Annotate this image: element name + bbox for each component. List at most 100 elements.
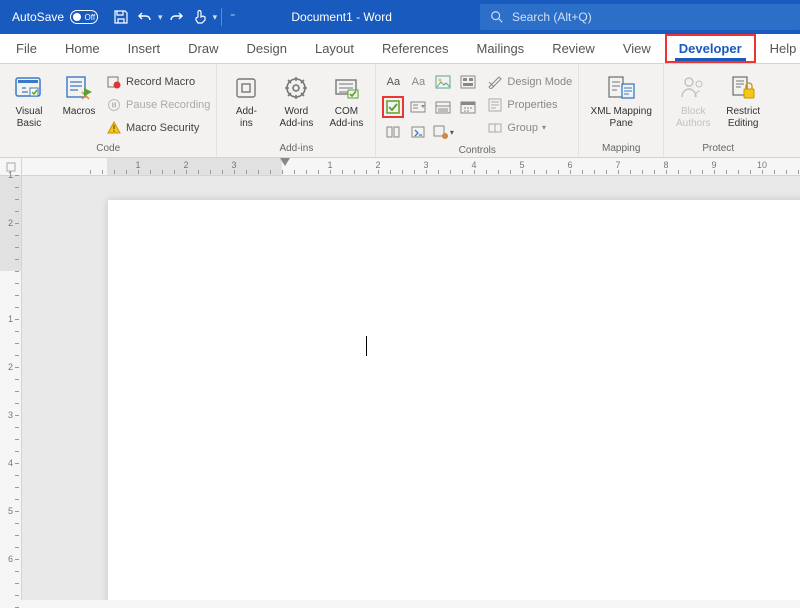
document-title: Document1 - Word — [283, 10, 399, 24]
group-dropdown-icon: ▾ — [542, 123, 546, 132]
vertical-ruler[interactable]: 21123456 — [0, 176, 22, 600]
addins-button[interactable]: Add- ins — [223, 68, 269, 129]
restrict-editing-label: Restrict Editing — [726, 106, 760, 129]
autosave-state: Off — [85, 13, 96, 22]
tab-mailings[interactable]: Mailings — [463, 34, 539, 63]
properties-icon — [487, 97, 503, 113]
qat-customize-icon[interactable]: ⁼ — [226, 12, 239, 23]
com-addins-button[interactable]: COM Add-ins — [323, 68, 369, 129]
group-addins-label: Add-ins — [279, 141, 313, 157]
undo-button[interactable] — [134, 6, 156, 28]
tab-home[interactable]: Home — [51, 34, 114, 63]
legacy-tools-button[interactable] — [407, 121, 429, 143]
group-code: Visual Basic Macros Record Macro Pause R… — [0, 64, 217, 157]
combo-box-control[interactable] — [407, 96, 429, 118]
autosave-switch[interactable]: Off — [70, 10, 98, 24]
tab-review[interactable]: Review — [538, 34, 609, 63]
checkbox-content-control[interactable] — [382, 96, 404, 118]
design-mode-label: Design Mode — [507, 76, 572, 88]
group-protect-label: Protect — [702, 141, 734, 157]
redo-button[interactable] — [165, 6, 187, 28]
addins-label: Add- ins — [236, 106, 257, 129]
tab-file[interactable]: File — [2, 34, 51, 63]
text-cursor — [366, 336, 367, 356]
group-controls: Aa Aa ▾ Design Mode — [376, 64, 579, 157]
word-addins-icon — [280, 72, 312, 104]
document-page[interactable] — [108, 200, 800, 600]
macro-security-button[interactable]: Macro Security — [106, 118, 210, 138]
tab-help[interactable]: Help — [756, 34, 800, 63]
xml-mapping-label: XML Mapping Pane — [591, 106, 652, 129]
tab-developer[interactable]: Developer — [665, 34, 756, 63]
title-bar: AutoSave Off ▾ ▾ ⁼ Document1 - Word Sear… — [0, 0, 800, 34]
undo-dropdown-icon[interactable]: ▾ — [158, 12, 163, 23]
macros-label: Macros — [63, 106, 96, 118]
block-authors-label: Block Authors — [676, 106, 710, 129]
block-authors-icon — [677, 72, 709, 104]
legacy-tools-dropdown[interactable]: ▾ — [432, 121, 454, 143]
rich-text-control[interactable]: Aa — [382, 71, 404, 93]
group-protect: Block Authors Restrict Editing Protect — [664, 64, 772, 157]
tab-draw[interactable]: Draw — [174, 34, 232, 63]
touch-dropdown-icon[interactable]: ▾ — [213, 12, 218, 23]
block-authors-button[interactable]: Block Authors — [670, 68, 716, 129]
visual-basic-label: Visual Basic — [15, 106, 42, 129]
search-box[interactable]: Search (Alt+Q) — [480, 4, 800, 30]
workspace: 32112345678910 21123456 — [0, 158, 800, 600]
qat-separator — [221, 8, 222, 26]
xml-mapping-button[interactable]: XML Mapping Pane — [585, 68, 657, 129]
touch-mode-button[interactable] — [189, 6, 211, 28]
plain-text-control[interactable]: Aa — [407, 71, 429, 93]
search-icon — [490, 10, 504, 24]
word-addins-label: Word Add-ins — [279, 106, 313, 129]
search-placeholder: Search (Alt+Q) — [512, 10, 592, 24]
group-mapping: XML Mapping Pane Mapping — [579, 64, 664, 157]
group-addins: Add- ins Word Add-ins COM Add-ins Add-in… — [217, 64, 376, 157]
visual-basic-button[interactable]: Visual Basic — [6, 68, 52, 129]
record-macro-button[interactable]: Record Macro — [106, 72, 210, 92]
group-controls-label: Controls — [459, 143, 496, 159]
group-label: Group — [507, 122, 538, 134]
date-picker-control[interactable] — [457, 96, 479, 118]
pause-recording-button: Pause Recording — [106, 95, 210, 115]
word-addins-button[interactable]: Word Add-ins — [273, 68, 319, 129]
tab-layout[interactable]: Layout — [301, 34, 368, 63]
properties-button[interactable]: Properties — [487, 94, 572, 115]
tab-view[interactable]: View — [609, 34, 665, 63]
restrict-editing-icon — [727, 72, 759, 104]
design-mode-icon — [487, 74, 503, 90]
ribbon-tabs: File Home Insert Draw Design Layout Refe… — [0, 34, 800, 64]
page-area[interactable] — [22, 176, 800, 600]
macro-security-icon — [106, 120, 122, 136]
ribbon: Visual Basic Macros Record Macro Pause R… — [0, 64, 800, 158]
save-button[interactable] — [110, 6, 132, 28]
tab-insert[interactable]: Insert — [114, 34, 175, 63]
autosave-label: AutoSave — [12, 10, 64, 24]
design-mode-button[interactable]: Design Mode — [487, 71, 572, 92]
com-addins-icon — [330, 72, 362, 104]
properties-label: Properties — [507, 99, 557, 111]
picture-control[interactable] — [432, 71, 454, 93]
autosave-toggle[interactable]: AutoSave Off — [0, 10, 106, 24]
macro-security-label: Macro Security — [126, 122, 199, 134]
record-macro-label: Record Macro — [126, 76, 195, 88]
group-button[interactable]: Group ▾ — [487, 117, 572, 138]
addins-icon — [230, 72, 262, 104]
xml-mapping-icon — [605, 72, 637, 104]
group-mapping-label: Mapping — [602, 141, 640, 157]
group-icon — [487, 120, 503, 136]
indent-marker-icon[interactable] — [280, 158, 290, 166]
tab-design[interactable]: Design — [233, 34, 301, 63]
building-block-control[interactable] — [457, 71, 479, 93]
repeating-section-control[interactable] — [382, 121, 404, 143]
controls-grid: Aa Aa ▾ — [382, 68, 479, 143]
tab-references[interactable]: References — [368, 34, 462, 63]
macros-button[interactable]: Macros — [56, 68, 102, 118]
restrict-editing-button[interactable]: Restrict Editing — [720, 68, 766, 129]
horizontal-ruler[interactable]: 32112345678910 — [22, 158, 800, 176]
group-code-label: Code — [96, 141, 120, 157]
dropdown-list-control[interactable] — [432, 96, 454, 118]
pause-recording-label: Pause Recording — [126, 99, 210, 111]
quick-access-toolbar: ▾ ▾ ⁼ — [106, 6, 243, 28]
com-addins-label: COM Add-ins — [329, 106, 363, 129]
